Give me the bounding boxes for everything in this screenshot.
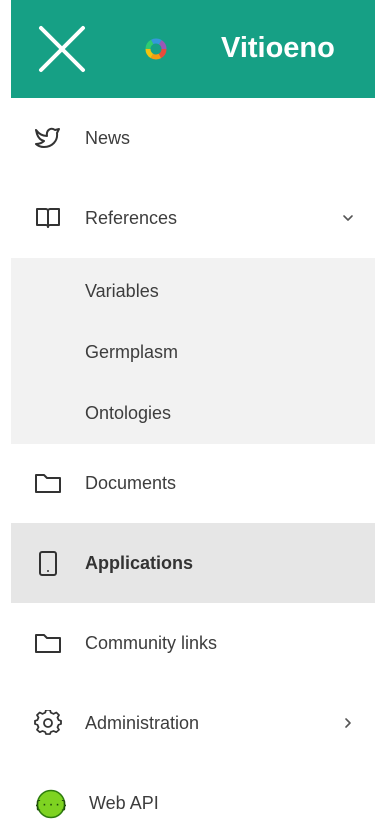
menu-item-community-links[interactable]: Community links [11, 603, 375, 683]
folder-icon [34, 470, 62, 496]
menu-item-news[interactable]: News [11, 98, 375, 178]
menu-item-label: Administration [85, 713, 200, 733]
submenu-item-label: Germplasm [85, 342, 179, 362]
menu-item-label: Applications [85, 553, 194, 573]
tablet-icon [34, 550, 62, 576]
menu-item-applications[interactable]: Applications [11, 523, 375, 603]
menu-item-label: News [85, 128, 131, 148]
gear-icon [34, 709, 62, 736]
menu-item-documents[interactable]: Documents [11, 443, 375, 523]
menu-item-label: Web API [89, 793, 159, 813]
submenu-item-germplasm[interactable]: Germplasm [11, 321, 375, 381]
submenu-item-label: Ontologies [85, 403, 172, 423]
menu-item-references[interactable]: References [11, 178, 375, 258]
submenu-item-ontologies[interactable]: Ontologies [11, 382, 375, 442]
open-book-icon [34, 205, 62, 231]
chevron-down-icon [341, 208, 355, 228]
menu-item-administration[interactable]: Administration [11, 683, 375, 763]
menu-item-web-api[interactable]: {···} Web API [11, 763, 375, 822]
twitter-bird-icon [34, 125, 62, 151]
folder-icon [34, 630, 62, 656]
menu-item-label: Documents [85, 473, 177, 493]
menu-item-label: Community links [85, 633, 218, 653]
submenu-item-label: Variables [85, 281, 159, 301]
close-icon [39, 26, 85, 72]
api-braces-icon: {···} [34, 789, 68, 819]
references-submenu: Variables Germplasm Ontologies [11, 258, 375, 444]
close-button[interactable] [38, 25, 86, 73]
drawer-header: Vitioeno [11, 0, 375, 98]
svg-text:{···}: {···} [36, 800, 66, 812]
app-logo-icon [144, 37, 168, 61]
submenu-item-variables[interactable]: Variables [11, 260, 375, 320]
navigation-drawer: Vitioeno News References Variables Germp… [0, 0, 375, 822]
chevron-right-icon [341, 713, 355, 733]
app-title: Vitioeno [221, 32, 335, 64]
menu-item-label: References [85, 208, 178, 228]
